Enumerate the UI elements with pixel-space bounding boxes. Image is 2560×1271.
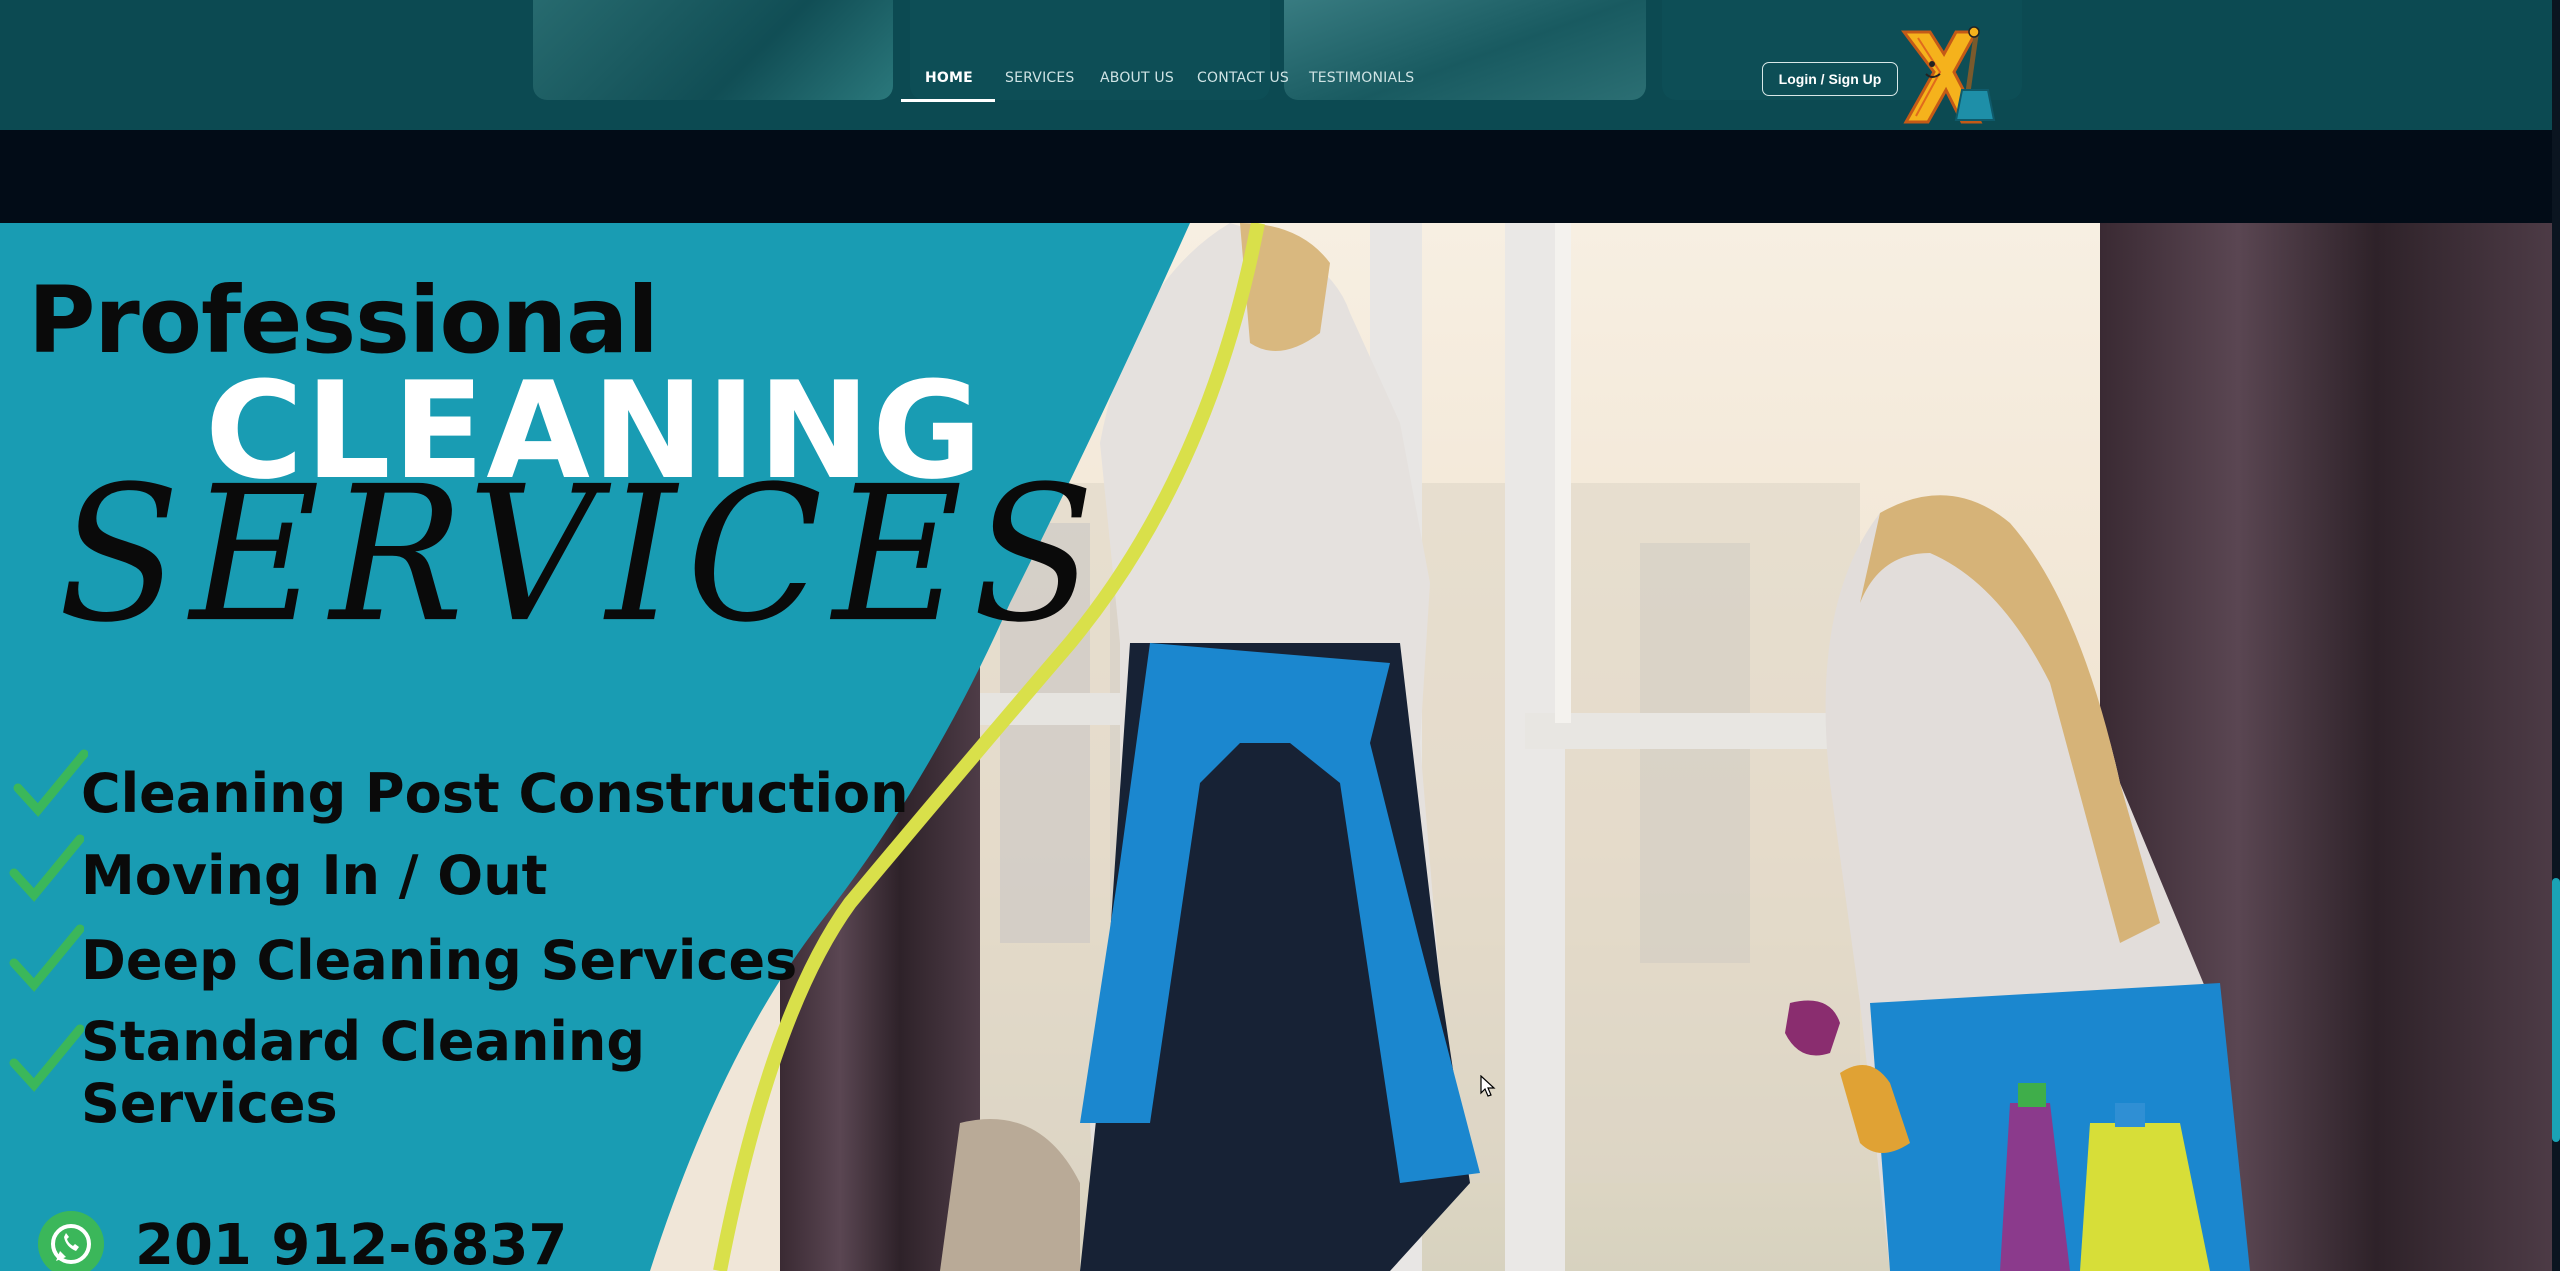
scrollbar-thumb[interactable] <box>2552 878 2560 1142</box>
header-tile <box>533 0 893 100</box>
nav-contact-us[interactable]: CONTACT US <box>1197 58 1289 102</box>
phone-number[interactable]: 201 912-6837 <box>135 1213 567 1271</box>
nav-home[interactable]: HOME <box>901 58 995 102</box>
hero-banner: Professional CLEANING SERVICES Cleaning … <box>0 223 2560 1271</box>
check-icon <box>13 749 88 817</box>
cursor-icon <box>1480 1075 1496 1097</box>
service-item-continued: Services <box>81 1072 338 1135</box>
check-icon <box>9 834 84 902</box>
service-item: Moving In / Out <box>81 844 548 907</box>
login-signup-button[interactable]: Login / Sign Up <box>1762 62 1898 96</box>
check-icon <box>9 924 84 992</box>
whatsapp-icon[interactable] <box>38 1211 104 1271</box>
service-item: Cleaning Post Construction <box>81 762 909 825</box>
service-item: Deep Cleaning Services <box>81 929 798 992</box>
check-icon <box>9 1024 84 1092</box>
site-header: HOME SERVICES ABOUT US CONTACT US TESTIM… <box>0 0 2560 130</box>
logo-icon[interactable] <box>1896 24 1996 130</box>
hero-title-services: SERVICES <box>58 445 1105 664</box>
nav-services[interactable]: SERVICES <box>1005 58 1075 102</box>
nav-about-us[interactable]: ABOUT US <box>1100 58 1174 102</box>
service-item: Standard Cleaning <box>81 1010 646 1073</box>
nav-testimonials[interactable]: TESTIMONIALS <box>1309 58 1414 102</box>
